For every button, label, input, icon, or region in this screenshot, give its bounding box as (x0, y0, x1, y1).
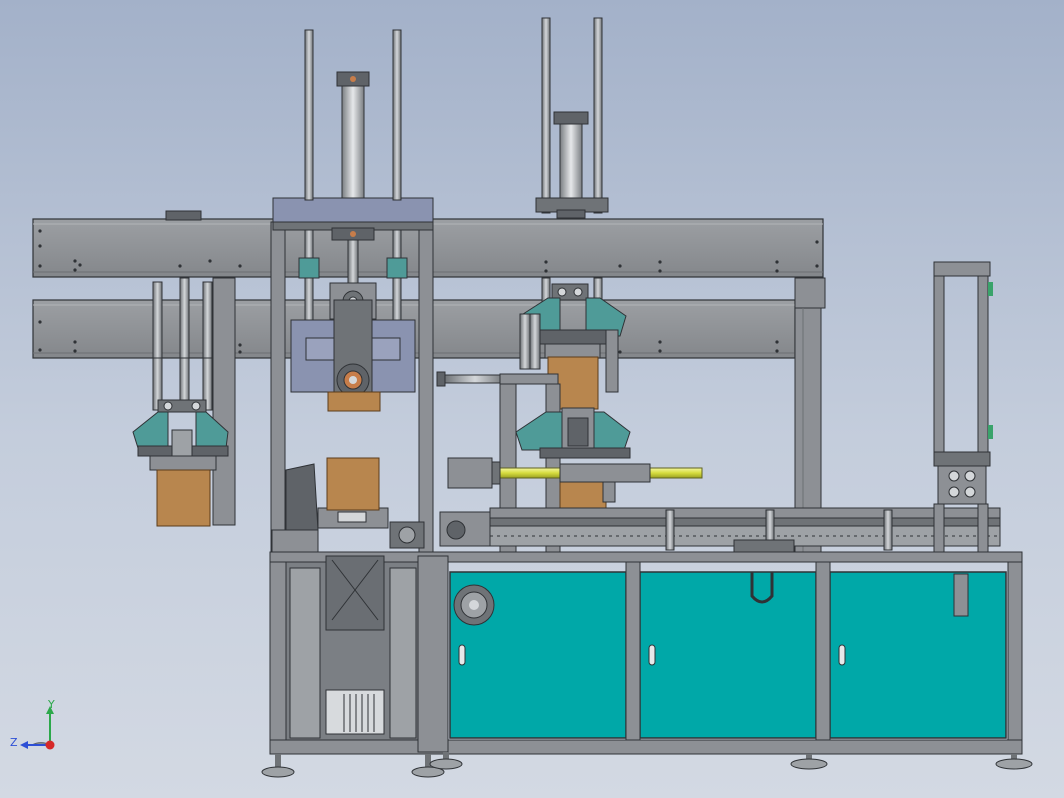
triad-z-label: Z (10, 736, 18, 749)
conveyor-track (489, 507, 1001, 553)
cabinet-door-2[interactable] (639, 571, 817, 739)
leveling-feet (261, 752, 1033, 778)
cabinet-door-3[interactable] (829, 571, 1007, 739)
machine-model (32, 17, 1033, 778)
horizontal-push-rod (436, 371, 506, 387)
coordinate-triad: Y Z (10, 698, 60, 756)
drive-motor (389, 511, 491, 549)
cad-viewport[interactable]: Y Z (0, 0, 1064, 798)
triad-y-label: Y (48, 698, 55, 711)
magazine-hopper (271, 457, 389, 553)
cabinet-door-1[interactable] (449, 571, 627, 739)
left-cabinet-bay (285, 555, 419, 741)
